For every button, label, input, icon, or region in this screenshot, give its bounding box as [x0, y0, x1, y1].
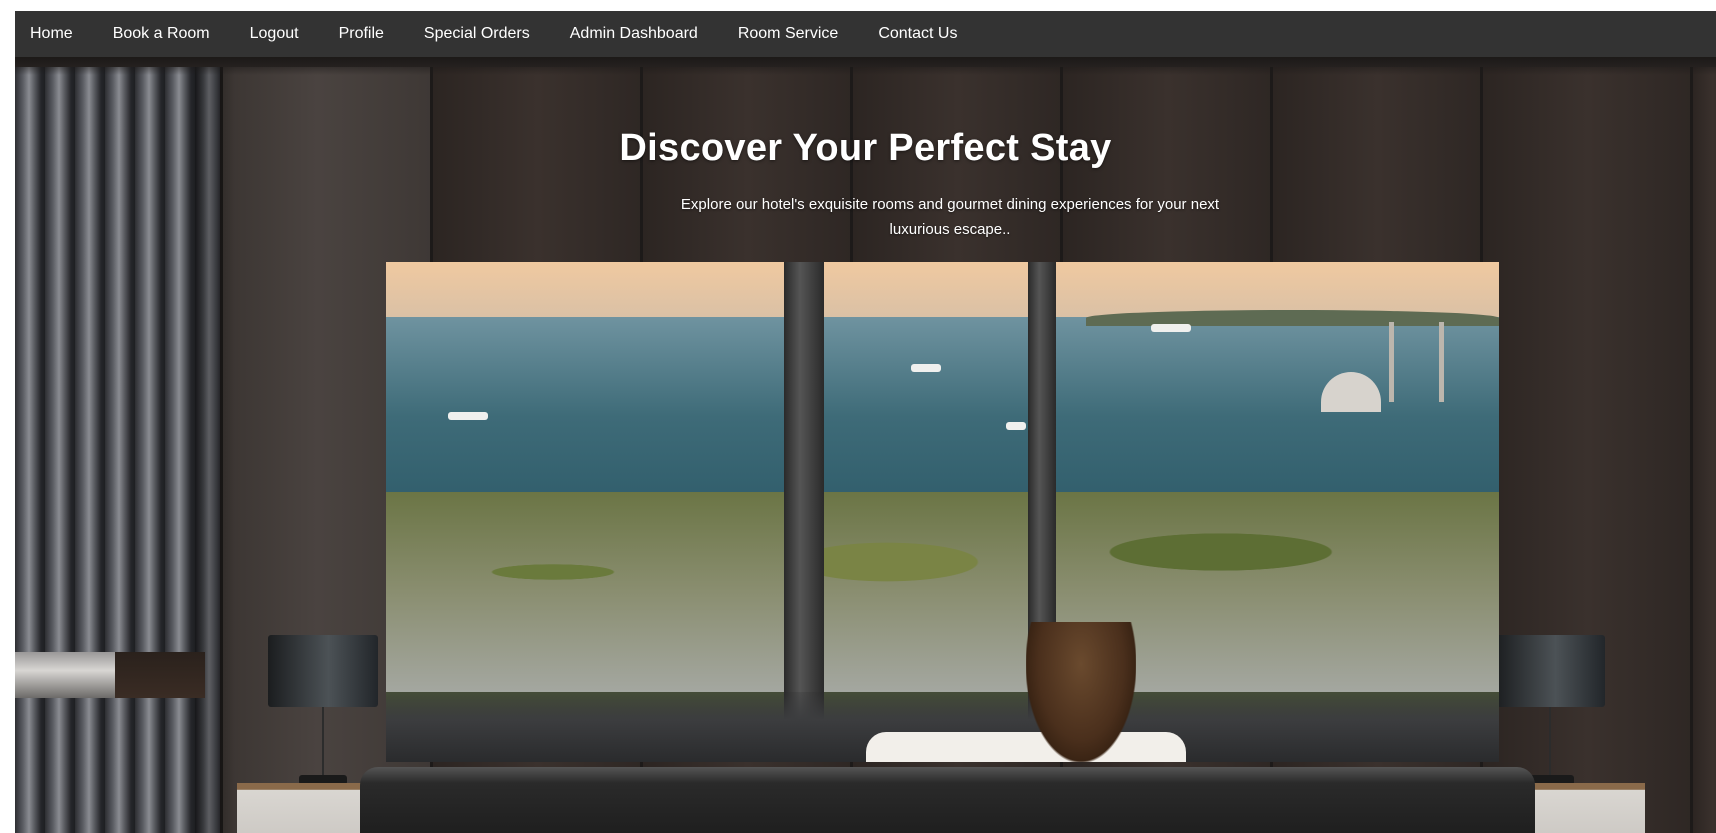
nav-item-special-orders[interactable]: Special Orders	[404, 11, 550, 57]
hero-section: Discover Your Perfect Stay Explore our h…	[15, 57, 1716, 833]
nav-item-contact-us[interactable]: Contact Us	[858, 11, 977, 57]
page: Home Book a Room Logout Profile Special …	[15, 11, 1716, 833]
hero-subtitle: Explore our hotel's exquisite rooms and …	[680, 196, 1220, 238]
nav-item-profile[interactable]: Profile	[319, 11, 404, 57]
lamp-shade	[1495, 635, 1605, 707]
wall-slats	[15, 67, 220, 833]
nav-item-home[interactable]: Home	[15, 11, 93, 57]
nav-item-logout[interactable]: Logout	[230, 11, 319, 57]
nav-item-room-service[interactable]: Room Service	[718, 11, 858, 57]
bed-headboard	[360, 767, 1535, 833]
nav-item-book-a-room[interactable]: Book a Room	[93, 11, 230, 57]
hero-title: Discover Your Perfect Stay	[619, 127, 1112, 169]
nav-item-admin-dashboard[interactable]: Admin Dashboard	[550, 11, 718, 57]
wall-panel	[1690, 67, 1716, 833]
lamp-shade	[268, 635, 378, 707]
featured-image	[386, 262, 1499, 762]
top-navbar: Home Book a Room Logout Profile Special …	[15, 11, 1716, 57]
wall-panel	[1480, 67, 1693, 833]
